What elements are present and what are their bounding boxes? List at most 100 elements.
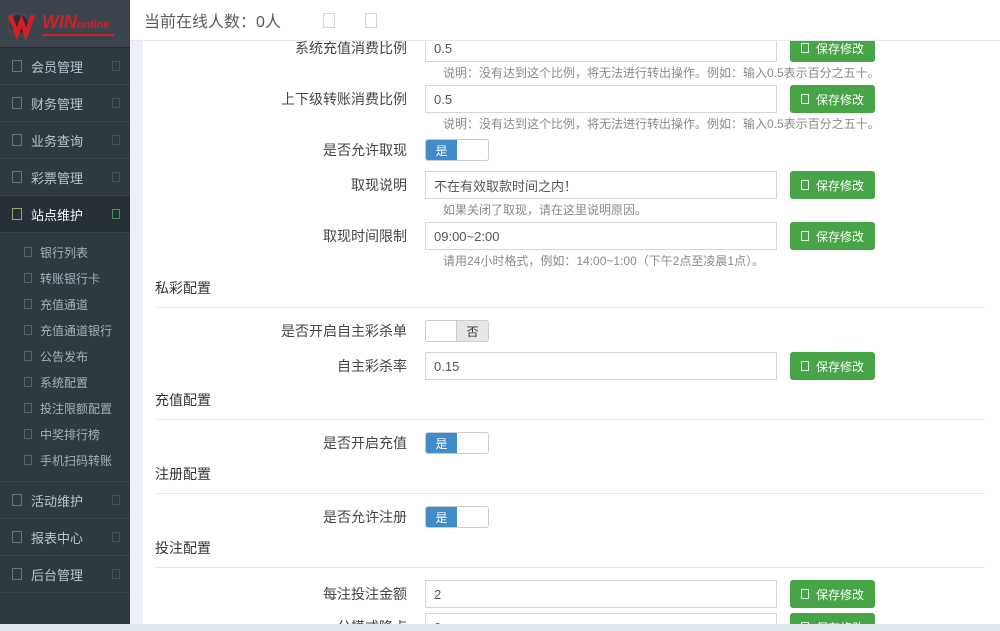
input-system-recharge-ratio[interactable] xyxy=(425,41,777,62)
form-row-withdraw-time-limit: 取现时间限制 保存修改 请用24小时格式，例如：14:00~1:00（下午2点至… xyxy=(143,222,1000,268)
sidebar: WIN online 会员管理 财务管理 业务查询 彩票管理 站点维护 银行列表… xyxy=(0,0,130,624)
save-square-icon xyxy=(801,94,809,104)
menu-square-icon xyxy=(12,531,22,543)
save-button-label: 保存修改 xyxy=(816,358,864,375)
sidebar-item-label: 业务查询 xyxy=(31,131,83,150)
sidebar-item-label: 财务管理 xyxy=(31,94,83,113)
toggle-allow-withdraw[interactable]: 是 xyxy=(425,139,489,161)
sidebar-subitem-recharge-channel[interactable]: 充值通道 xyxy=(0,291,130,317)
menu-square-icon xyxy=(12,97,22,109)
sidebar-subitem-system-config[interactable]: 系统配置 xyxy=(0,369,130,395)
menu-square-icon xyxy=(12,568,22,580)
field-hint: 如果关闭了取现，请在这里说明原因。 xyxy=(443,203,1000,217)
toggle-allow-register[interactable]: 是 xyxy=(425,506,489,528)
sidebar-item-finance[interactable]: 财务管理 xyxy=(0,85,130,122)
sidebar-subitem-bet-limit-config[interactable]: 投注限额配置 xyxy=(0,395,130,421)
sidebar-item-label: 彩票管理 xyxy=(31,168,83,187)
chevron-icon xyxy=(112,569,120,579)
sidebar-subitem-label: 转账银行卡 xyxy=(40,270,100,287)
brand-online-text: online xyxy=(77,19,109,31)
chevron-icon xyxy=(112,135,120,145)
input-fen-mode-discount[interactable] xyxy=(425,613,777,624)
brand: WIN online xyxy=(42,12,114,36)
sidebar-subitem-mobile-qr-transfer[interactable]: 手机扫码转账 xyxy=(0,447,130,473)
sidebar-item-site-maintenance[interactable]: 站点维护 xyxy=(0,196,130,233)
settings-card: 系统充值消费比例 保存修改 说明：没有达到这个比例，将无法进行转出操作。例如：输… xyxy=(143,41,1000,624)
sidebar-item-admin[interactable]: 后台管理 xyxy=(0,556,130,593)
sidebar-item-label: 报表中心 xyxy=(31,528,83,547)
form-row-self-lottery-kill: 是否开启自主彩杀单 否 xyxy=(143,320,1000,342)
form-row-fen-mode-discount: 分模式降点 保存修改 xyxy=(143,613,1000,624)
save-button-withdraw-time-limit[interactable]: 保存修改 xyxy=(790,222,875,250)
sidebar-item-label: 站点维护 xyxy=(31,205,83,224)
field-label: 取现说明 xyxy=(143,171,425,199)
sidebar-subitem-bank-list[interactable]: 银行列表 xyxy=(0,239,130,265)
save-button-withdraw-note[interactable]: 保存修改 xyxy=(790,171,875,199)
toggle-segment-left xyxy=(426,321,457,341)
menu-square-icon xyxy=(12,171,22,183)
save-button-label: 保存修改 xyxy=(816,586,864,603)
toggle-enable-recharge[interactable]: 是 xyxy=(425,432,489,454)
input-bet-amount-per-note[interactable] xyxy=(425,580,777,608)
sidebar-subitem-label: 充值通道 xyxy=(40,296,88,313)
brand-underline xyxy=(42,34,114,36)
section-title-recharge-config: 充值配置 xyxy=(155,390,985,420)
sidebar-subitem-recharge-channel-bank[interactable]: 充值通道银行 xyxy=(0,317,130,343)
chevron-icon xyxy=(112,172,120,182)
submenu-square-icon xyxy=(24,377,32,387)
input-withdraw-note[interactable] xyxy=(425,171,777,199)
save-square-icon xyxy=(801,43,809,53)
submenu-square-icon xyxy=(24,403,32,413)
sidebar-subitem-label: 充值通道银行 xyxy=(40,322,112,339)
sidebar-subitem-label: 中奖排行榜 xyxy=(40,426,100,443)
save-button-label: 保存修改 xyxy=(816,91,864,108)
toggle-segment-right xyxy=(457,507,488,527)
field-hint: 说明：没有达到这个比例，将无法进行转出操作。例如：输入0.5表示百分之五十。 xyxy=(443,66,1000,80)
submenu-square-icon xyxy=(24,299,32,309)
topbar-placeholder-icon-1[interactable] xyxy=(323,13,335,28)
field-label: 自主彩杀率 xyxy=(143,352,425,380)
brand-win-text: WIN xyxy=(42,12,77,33)
save-button-system-recharge-ratio[interactable]: 保存修改 xyxy=(790,41,875,62)
form-row-transfer-ratio: 上下级转账消费比例 保存修改 说明：没有达到这个比例，将无法进行转出操作。例如：… xyxy=(143,85,1000,131)
menu-square-icon xyxy=(12,208,22,220)
field-label: 是否允许取现 xyxy=(143,139,425,161)
online-count-label: 当前在线人数：0人 xyxy=(144,8,281,32)
sidebar-item-members[interactable]: 会员管理 xyxy=(0,48,130,85)
form-row-enable-recharge: 是否开启充值 是 xyxy=(143,432,1000,454)
toggle-segment-left: 是 xyxy=(426,507,457,527)
form-row-allow-register: 是否允许注册 是 xyxy=(143,506,1000,528)
save-button-self-lottery-kill-rate[interactable]: 保存修改 xyxy=(790,352,875,380)
submenu-square-icon xyxy=(24,351,32,361)
submenu-square-icon xyxy=(24,429,32,439)
section-title-private-lottery-config: 私彩配置 xyxy=(155,278,985,308)
toggle-segment-right xyxy=(457,140,488,160)
sidebar-subitem-announcement[interactable]: 公告发布 xyxy=(0,343,130,369)
sidebar-item-lottery[interactable]: 彩票管理 xyxy=(0,159,130,196)
submenu-square-icon xyxy=(24,273,32,283)
input-withdraw-time-limit[interactable] xyxy=(425,222,777,250)
form-row-system-recharge-ratio: 系统充值消费比例 保存修改 说明：没有达到这个比例，将无法进行转出操作。例如：输… xyxy=(143,41,1000,80)
sidebar-item-label: 后台管理 xyxy=(31,565,83,584)
sidebar-subitem-transfer-bank-card[interactable]: 转账银行卡 xyxy=(0,265,130,291)
sidebar-item-reports[interactable]: 报表中心 xyxy=(0,519,130,556)
sidebar-item-business-query[interactable]: 业务查询 xyxy=(0,122,130,159)
toggle-self-lottery-kill[interactable]: 否 xyxy=(425,320,489,342)
save-button-transfer-ratio[interactable]: 保存修改 xyxy=(790,85,875,113)
input-transfer-ratio[interactable] xyxy=(425,85,777,113)
save-square-icon xyxy=(801,231,809,241)
save-square-icon xyxy=(801,589,809,599)
field-label: 每注投注金额 xyxy=(143,580,425,608)
sidebar-subitem-label: 投注限额配置 xyxy=(40,400,112,417)
submenu-square-icon xyxy=(24,247,32,257)
input-self-lottery-kill-rate[interactable] xyxy=(425,352,777,380)
topbar-placeholder-icon-2[interactable] xyxy=(365,13,377,28)
sidebar-subitem-prize-ranking[interactable]: 中奖排行榜 xyxy=(0,421,130,447)
save-button-fen-mode-discount[interactable]: 保存修改 xyxy=(790,613,875,624)
save-button-bet-amount-per-note[interactable]: 保存修改 xyxy=(790,580,875,608)
logo[interactable]: WIN online xyxy=(0,0,130,48)
section-title-register-config: 注册配置 xyxy=(155,464,985,494)
field-label: 取现时间限制 xyxy=(143,222,425,250)
field-hint: 请用24小时格式，例如：14:00~1:00（下午2点至凌晨1点）。 xyxy=(443,254,1000,268)
sidebar-item-activity[interactable]: 活动维护 xyxy=(0,482,130,519)
